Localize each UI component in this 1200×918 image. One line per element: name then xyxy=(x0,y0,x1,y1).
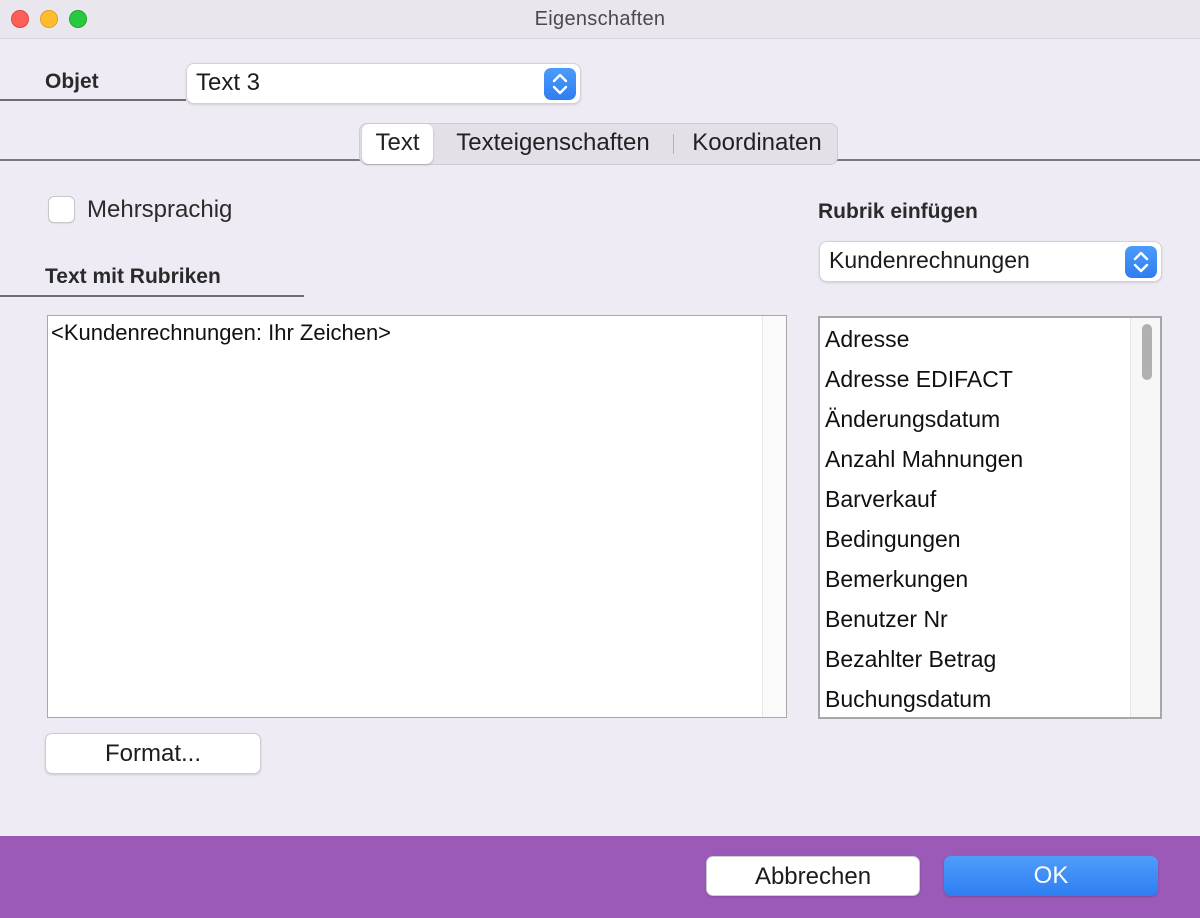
list-item[interactable]: Benutzer Nr xyxy=(825,606,948,633)
chevron-updown-icon xyxy=(1125,246,1157,278)
tab-koordinaten[interactable]: Koordinaten xyxy=(678,124,836,164)
list-item[interactable]: Buchungsdatum xyxy=(825,686,991,713)
list-item[interactable]: Änderungsdatum xyxy=(825,406,1000,433)
format-button[interactable]: Format... xyxy=(45,733,261,774)
insert-field-popup[interactable]: Kundenrechnungen xyxy=(819,241,1162,282)
text-editor-scrollbar[interactable] xyxy=(762,316,786,717)
list-item[interactable]: Adresse EDIFACT xyxy=(825,366,1013,393)
window-title: Eigenschaften xyxy=(534,8,666,30)
cancel-button[interactable]: Abbrechen xyxy=(706,856,920,896)
scrollbar-thumb[interactable] xyxy=(1142,324,1152,380)
objet-label: Objet xyxy=(45,70,99,93)
tab-texteigenschaften[interactable]: Texteigenschaften xyxy=(438,124,668,164)
objet-divider xyxy=(0,99,186,101)
multilingual-checkbox[interactable] xyxy=(48,196,75,223)
insert-field-label: Rubrik einfügen xyxy=(818,200,978,223)
field-list-scrollbar[interactable] xyxy=(1130,318,1160,717)
insert-field-popup-value: Kundenrechnungen xyxy=(829,247,1030,273)
tab-separator xyxy=(673,134,674,154)
text-editor-content: <Kundenrechnungen: Ihr Zeichen> xyxy=(51,320,392,345)
tab-text[interactable]: Text xyxy=(362,124,433,164)
list-item[interactable]: Bemerkungen xyxy=(825,566,968,593)
list-item[interactable]: Bezahlter Betrag xyxy=(825,646,996,673)
list-item[interactable]: Adresse xyxy=(825,326,909,353)
objet-popup[interactable]: Text 3 xyxy=(186,63,581,104)
chevron-updown-icon xyxy=(544,68,576,100)
tab-bar: Text Texteigenschaften Koordinaten xyxy=(359,123,838,165)
objet-popup-value: Text 3 xyxy=(196,69,261,96)
ok-button[interactable]: OK xyxy=(944,856,1158,896)
list-item[interactable]: Bedingungen xyxy=(825,526,961,553)
list-item[interactable]: Anzahl Mahnungen xyxy=(825,446,1023,473)
text-section-label: Text mit Rubriken xyxy=(45,265,221,288)
text-editor[interactable]: <Kundenrechnungen: Ihr Zeichen> xyxy=(47,315,787,718)
text-section-divider xyxy=(0,295,304,297)
field-list[interactable]: Adresse Adresse EDIFACT Änderungsdatum A… xyxy=(818,316,1162,719)
multilingual-label: Mehrsprachig xyxy=(87,196,233,223)
list-item[interactable]: Barverkauf xyxy=(825,486,936,513)
title-bar: Eigenschaften xyxy=(0,0,1200,39)
